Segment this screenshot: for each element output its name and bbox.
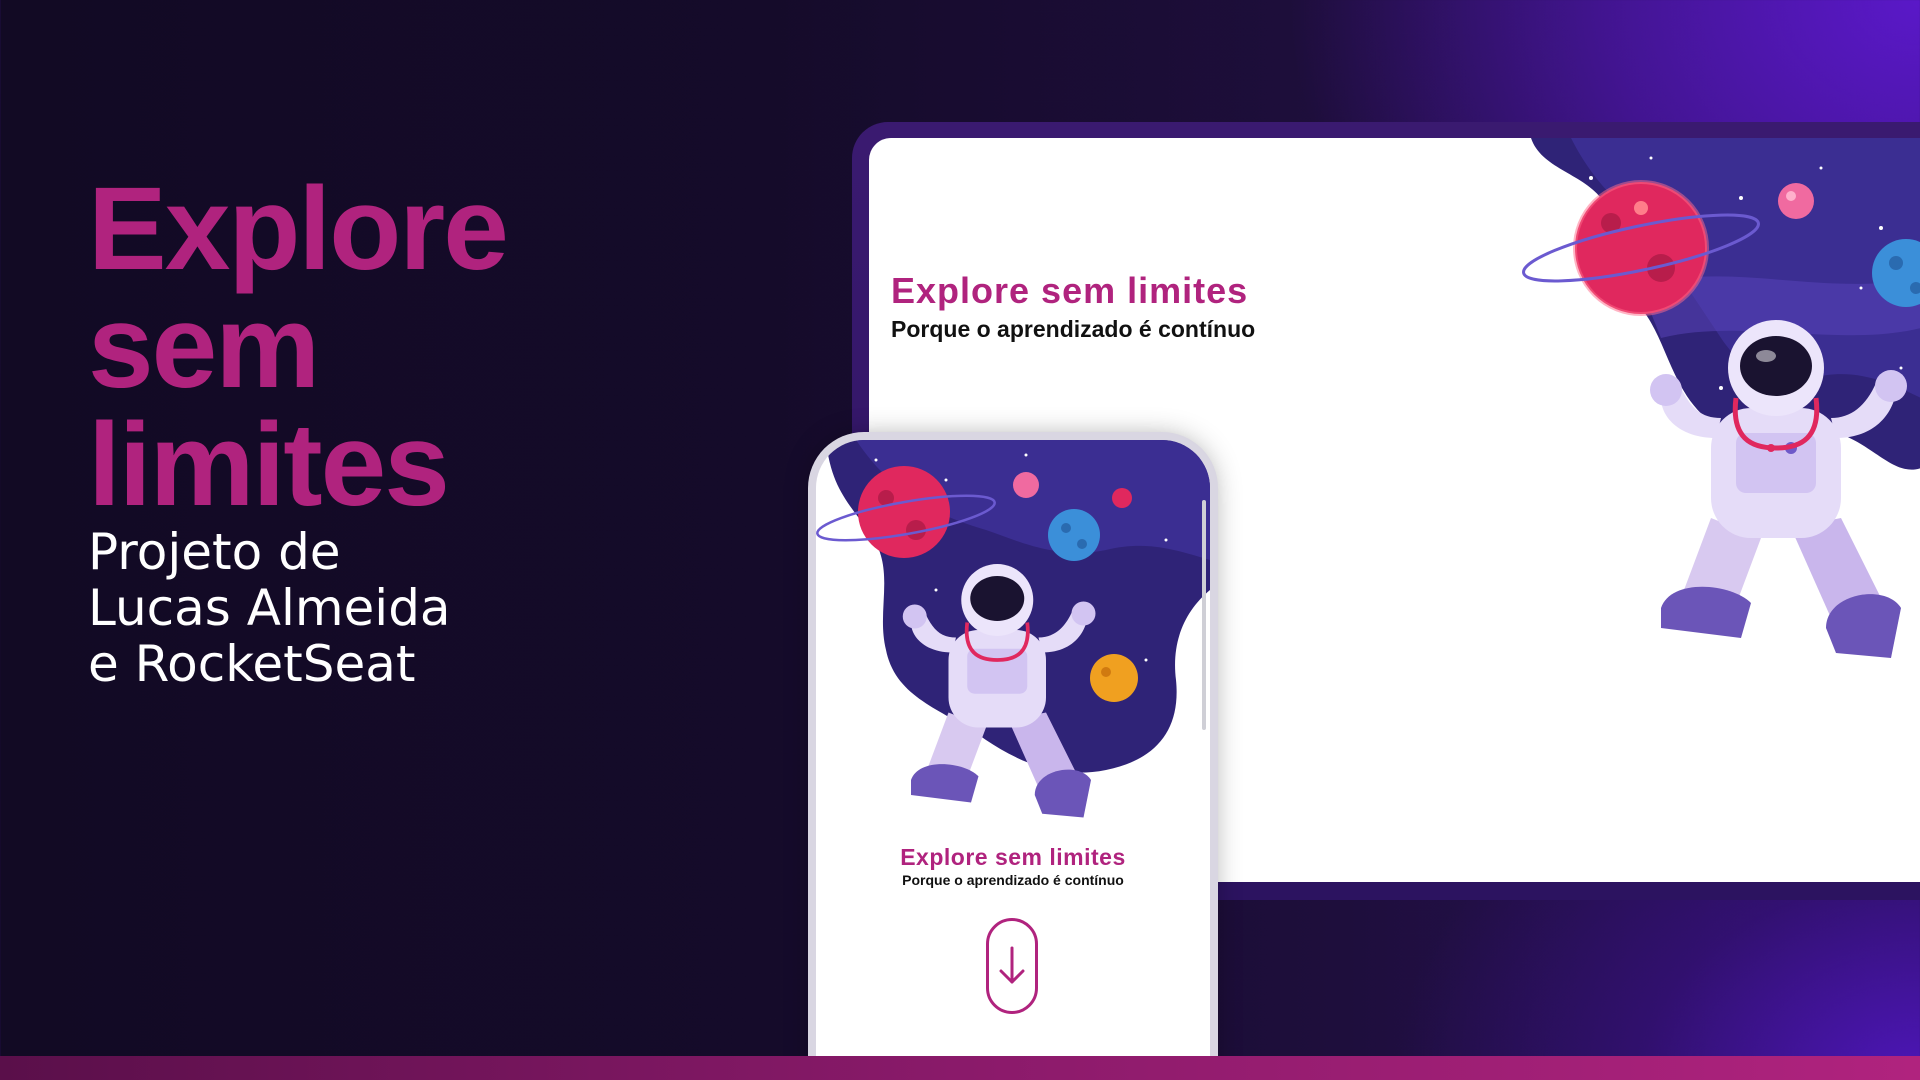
scroll-down-button[interactable]: [986, 918, 1038, 1014]
desktop-subheading: Porque o aprendizado é contínuo: [891, 316, 1256, 342]
phone-scrollbar[interactable]: [1202, 500, 1206, 730]
astronaut-space-illustration-mobile: [816, 440, 1210, 818]
bottom-accent-stripe: [0, 1056, 1920, 1080]
arrow-down-icon: [999, 946, 1025, 984]
phone-subheading: Porque o aprendizado é contínuo: [902, 872, 1124, 888]
hero: Explore sem limites Projeto de Lucas Alm…: [88, 170, 548, 692]
hero-title: Explore sem limites: [88, 163, 509, 531]
astronaut-space-illustration: [1522, 138, 1920, 658]
phone-mockup: Explore sem limites Porque o aprendizado…: [816, 440, 1210, 1080]
phone-heading: Explore sem limites: [900, 844, 1126, 870]
hero-credit: Projeto de Lucas Almeida e RocketSeat: [88, 523, 451, 693]
desktop-heading: Explore sem limites: [891, 270, 1249, 311]
